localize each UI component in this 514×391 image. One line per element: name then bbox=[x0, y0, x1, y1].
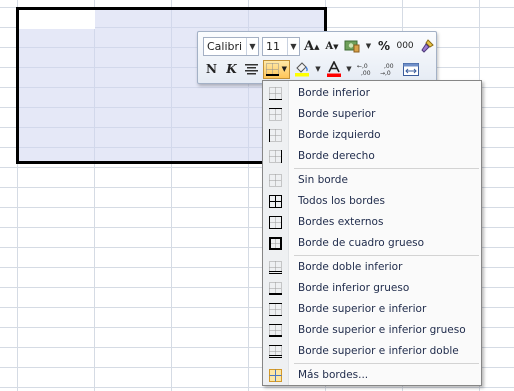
menu-item-top-bottom-border[interactable]: Borde superior e inferior bbox=[263, 299, 481, 320]
svg-text:,00: ,00 bbox=[361, 70, 371, 76]
border-top-icon bbox=[269, 108, 282, 121]
menu-item-label: Borde superior e inferior doble bbox=[298, 345, 459, 357]
menu-item-label: Borde derecho bbox=[298, 150, 375, 162]
more-borders-icon bbox=[269, 369, 282, 382]
align-center-icon bbox=[245, 63, 258, 74]
merge-center-button[interactable] bbox=[402, 60, 420, 79]
center-align-button[interactable] bbox=[243, 60, 260, 79]
top-bottom-border-icon bbox=[269, 303, 282, 316]
menu-item-thick-bottom-border[interactable]: Borde inferior grueso bbox=[263, 278, 481, 299]
thick-box-border-icon bbox=[269, 237, 282, 250]
percent-icon: % bbox=[377, 39, 390, 53]
borders-menu-list: Borde inferior Borde superior Borde izqu… bbox=[263, 83, 481, 386]
no-border-icon bbox=[269, 174, 282, 187]
menu-item-label: Borde inferior grueso bbox=[298, 282, 410, 294]
increase-decimal-button[interactable]: ←,0 ,00 bbox=[356, 60, 376, 79]
thick-bottom-border-icon bbox=[269, 282, 282, 295]
menu-item-label: Borde de cuadro grueso bbox=[298, 237, 425, 249]
svg-text:,00: ,00 bbox=[384, 63, 394, 70]
menu-item-top-double-bottom-border[interactable]: Borde superior e inferior doble bbox=[263, 341, 481, 362]
menu-item-outside-borders[interactable]: Bordes externos bbox=[263, 212, 481, 233]
percent-style-button[interactable]: % bbox=[375, 37, 392, 56]
format-painter-icon bbox=[421, 38, 434, 53]
shrink-font-icon: A bbox=[325, 40, 334, 52]
menu-item-all-borders[interactable]: Todos los bordes bbox=[263, 191, 481, 212]
font-size-combo[interactable]: 11 ▼ bbox=[262, 36, 300, 56]
font-color-button[interactable] bbox=[325, 60, 342, 79]
grow-font-button[interactable]: A ▲ bbox=[303, 37, 320, 56]
shrink-font-button[interactable]: A ▼ bbox=[323, 37, 340, 56]
menu-item-thick-box-border[interactable]: Borde de cuadro grueso bbox=[263, 233, 481, 254]
chevron-down-icon[interactable]: ▼ bbox=[364, 42, 372, 50]
accounting-format-icon bbox=[344, 40, 360, 53]
menu-item-label: Borde inferior bbox=[298, 87, 370, 99]
decrease-decimal-button[interactable]: ,00 →,0 bbox=[379, 60, 399, 79]
mini-toolbar-row-1: Calibri ▼ 11 ▼ A ▲ A ▼ ▼ % 000 bbox=[203, 36, 436, 56]
italic-icon: K bbox=[226, 62, 237, 76]
border-right-icon bbox=[269, 150, 282, 163]
grow-font-icon: A bbox=[304, 38, 315, 54]
fill-color-button[interactable] bbox=[293, 60, 311, 79]
top-thick-bottom-border-icon bbox=[269, 324, 282, 337]
all-borders-icon bbox=[269, 195, 282, 208]
svg-text:←,0: ←,0 bbox=[357, 63, 368, 70]
chevron-down-icon[interactable]: ▼ bbox=[282, 65, 287, 73]
menu-item-no-border[interactable]: Sin borde bbox=[263, 170, 481, 191]
top-double-bottom-border-icon bbox=[269, 345, 282, 358]
borders-button[interactable]: ▼ bbox=[263, 59, 290, 79]
border-bottom-icon bbox=[266, 62, 279, 76]
border-left-icon bbox=[269, 129, 282, 142]
bold-icon: N bbox=[206, 62, 217, 76]
mini-toolbar-row-2: N K ▼ ▼ ▼ ←,0 ,00 ,00 →,0 bbox=[203, 59, 420, 79]
merge-center-icon bbox=[403, 62, 419, 76]
chevron-down-icon[interactable]: ▼ bbox=[287, 37, 299, 55]
outside-borders-icon bbox=[269, 216, 282, 229]
increase-decimal-icon: ←,0 ,00 bbox=[357, 63, 371, 76]
menu-item-bottom-double-border[interactable]: Borde doble inferior bbox=[263, 257, 481, 278]
menu-item-label: Borde doble inferior bbox=[298, 261, 403, 273]
menu-item-label: Bordes externos bbox=[298, 216, 384, 228]
menu-item-right-border[interactable]: Borde derecho bbox=[263, 146, 481, 167]
font-name-combo[interactable]: Calibri ▼ bbox=[203, 36, 259, 56]
decrease-decimal-icon: ,00 →,0 bbox=[380, 63, 394, 76]
menu-item-left-border[interactable]: Borde izquierdo bbox=[263, 125, 481, 146]
font-color-icon bbox=[326, 61, 341, 77]
menu-item-label: Sin borde bbox=[298, 174, 348, 186]
mini-toolbar: Calibri ▼ 11 ▼ A ▲ A ▼ ▼ % 000 N K ▼ ▼ ▼… bbox=[197, 31, 437, 84]
thousands-icon: 000 bbox=[396, 41, 414, 51]
menu-item-top-thick-bottom-border[interactable]: Borde superior e inferior grueso bbox=[263, 320, 481, 341]
chevron-down-icon[interactable]: ▼ bbox=[246, 37, 258, 55]
menu-item-top-border[interactable]: Borde superior bbox=[263, 104, 481, 125]
format-painter-button[interactable] bbox=[418, 37, 436, 56]
menu-item-label: Borde superior bbox=[298, 108, 376, 120]
menu-item-label: Borde superior e inferior bbox=[298, 303, 427, 315]
italic-button[interactable]: K bbox=[223, 60, 240, 79]
accounting-format-button[interactable] bbox=[343, 37, 361, 56]
menu-item-label: Borde superior e inferior grueso bbox=[298, 324, 466, 336]
bottom-double-border-icon bbox=[269, 261, 282, 274]
fill-color-icon bbox=[295, 62, 309, 77]
thousands-separator-button[interactable]: 000 bbox=[395, 37, 414, 56]
menu-item-label: Borde izquierdo bbox=[298, 129, 381, 141]
font-size-value: 11 bbox=[266, 39, 280, 53]
menu-item-more-borders[interactable]: Más bordes... bbox=[263, 365, 481, 386]
menu-item-label: Todos los bordes bbox=[298, 195, 385, 207]
font-name-value: Calibri bbox=[207, 39, 243, 53]
chevron-down-icon[interactable]: ▼ bbox=[314, 65, 322, 73]
bold-button[interactable]: N bbox=[203, 60, 220, 79]
menu-item-bottom-border[interactable]: Borde inferior bbox=[263, 83, 481, 104]
menu-item-label: Más bordes... bbox=[298, 369, 369, 381]
border-bottom-icon bbox=[269, 87, 282, 100]
chevron-down-icon[interactable]: ▼ bbox=[345, 65, 353, 73]
borders-dropdown-menu: Borde inferior Borde superior Borde izqu… bbox=[262, 80, 482, 386]
svg-text:→,0: →,0 bbox=[380, 70, 391, 76]
